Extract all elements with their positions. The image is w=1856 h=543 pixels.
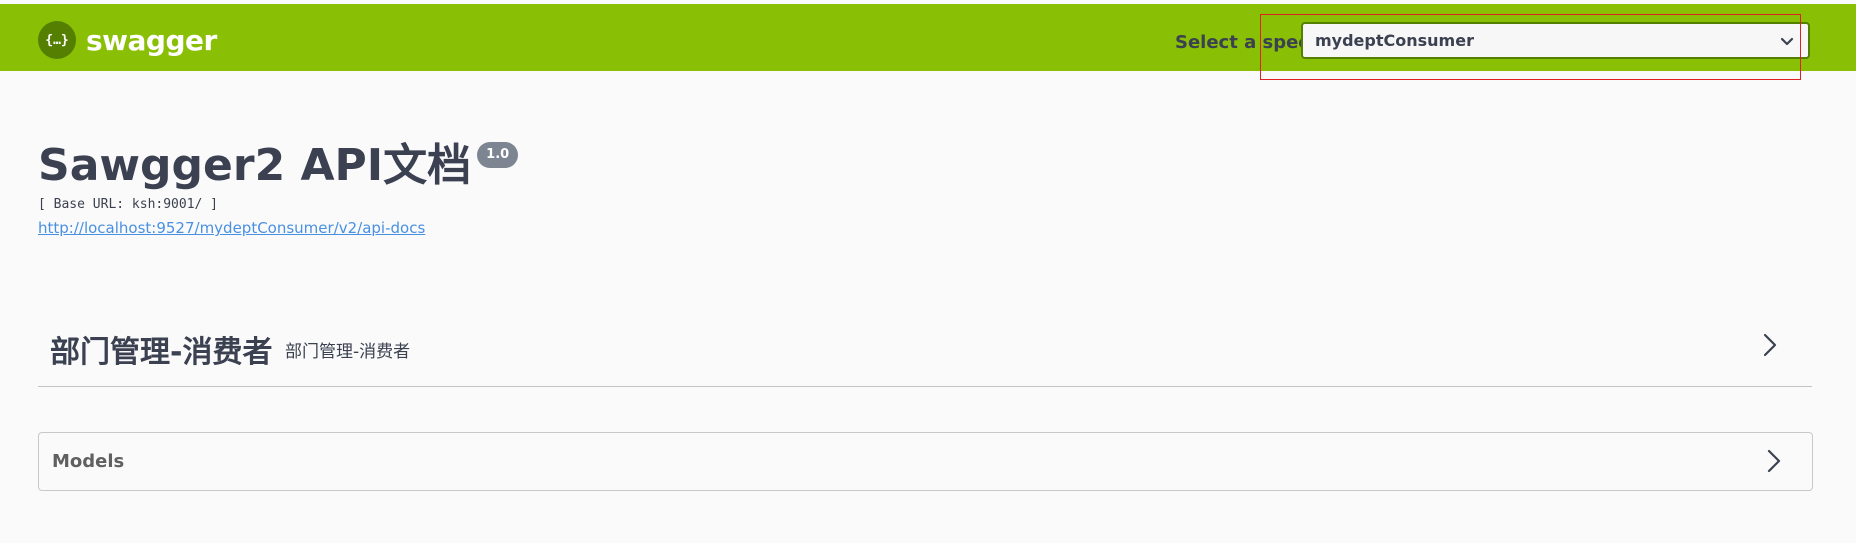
models-section[interactable]: Models	[38, 432, 1813, 491]
page-title: Sawgger2 API文档	[38, 140, 472, 191]
tag-name: 部门管理-消费者	[50, 335, 273, 370]
base-url: [ Base URL: ksh:9001/ ]	[38, 197, 219, 212]
swagger-logo-icon: {…}	[38, 21, 76, 59]
chevron-right-icon[interactable]	[1764, 447, 1784, 475]
version-badge: 1.0	[477, 142, 519, 168]
api-docs-link[interactable]: http://localhost:9527/mydeptConsumer/v2/…	[38, 219, 425, 237]
chevron-down-icon	[1780, 37, 1794, 46]
api-title: Sawgger2 API文档 1.0	[38, 140, 519, 192]
select-spec-label: Select a spec	[1175, 32, 1309, 53]
models-label: Models	[52, 451, 125, 472]
chevron-right-icon[interactable]	[1760, 331, 1780, 359]
tag-description: 部门管理-消费者	[285, 342, 411, 362]
swagger-ui-page: {…} swagger Select a spec mydeptConsumer…	[0, 0, 1856, 543]
spec-select-dropdown[interactable]: mydeptConsumer	[1301, 22, 1810, 59]
swagger-logo[interactable]: {…} swagger	[38, 21, 217, 59]
swagger-logo-text: swagger	[86, 23, 217, 57]
topbar: {…} swagger Select a spec mydeptConsumer	[0, 4, 1856, 71]
tag-section-dept-consumer[interactable]: 部门管理-消费者 部门管理-消费者	[38, 315, 1812, 387]
spec-select-value: mydeptConsumer	[1315, 31, 1474, 50]
